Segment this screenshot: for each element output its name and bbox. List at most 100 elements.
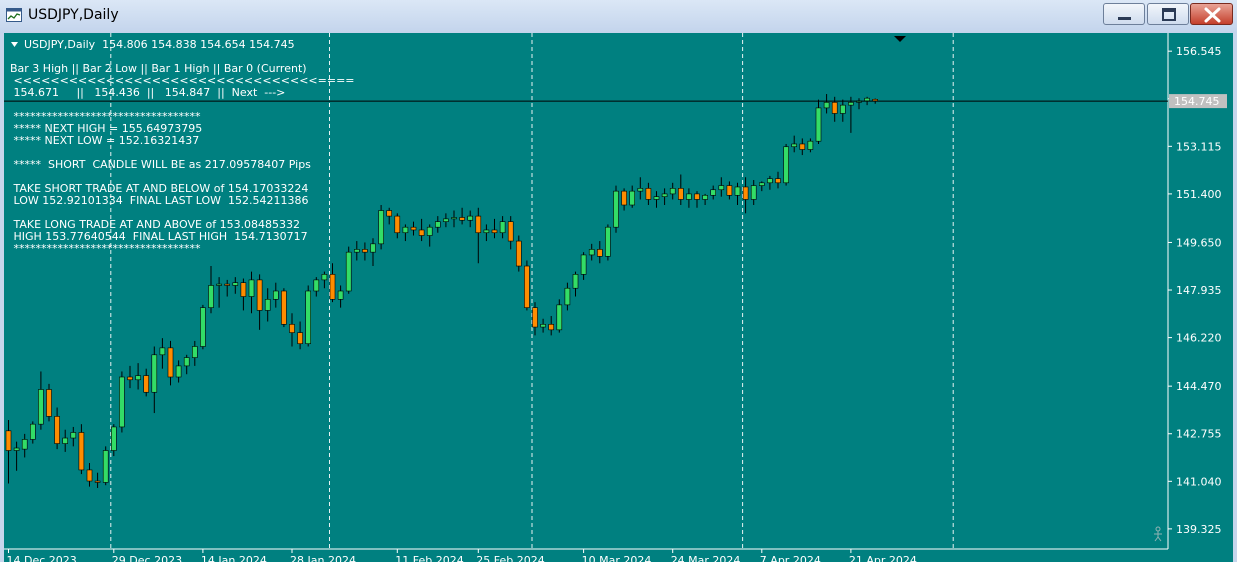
candle-body [758,182,765,186]
candle-body [305,290,312,345]
candle-body [5,430,12,451]
candle-body [46,389,52,417]
candle-body [742,186,749,200]
candle-body [491,229,498,234]
candle-body [394,215,401,234]
candle-body [572,274,579,289]
candle-body [588,249,595,256]
candle-body [807,140,814,150]
candle-body [848,102,854,106]
chart-dropdown-icon[interactable] [11,41,19,49]
candle-body [297,332,303,345]
comment-line: ***** NEXT LOW = 152.16321437 [10,134,200,147]
time-tick-label: 14 Dec 2023 [7,554,77,562]
candle [119,371,125,433]
candle-body [183,357,190,367]
current-price-label: 154.745 [1174,95,1220,108]
time-tick-label: 10 Mar 2024 [582,554,652,562]
candle-body [459,217,465,221]
maximize-icon [1162,8,1176,21]
maximize-button[interactable] [1147,3,1189,25]
time-tick-label: 21 Apr 2024 [849,554,917,562]
candle-body [645,188,652,200]
minimize-button[interactable] [1103,3,1145,25]
candle-body [192,346,198,358]
candle-body [329,274,336,300]
candle-body [119,376,125,428]
candle [605,224,611,261]
candle-body [240,282,247,297]
price-tick-label: 149.650 [1176,236,1222,249]
price-tick-label: 141.040 [1176,475,1222,488]
candle-body [556,304,563,331]
candle-body [694,193,700,200]
time-tick-label: 14 Jan 2024 [201,554,267,562]
comment-line: ********************************** [10,242,201,255]
candle-body [127,376,133,381]
candle-body [605,226,611,257]
candle-body [467,215,474,221]
candle-body [410,226,417,231]
price-tick-label: 146.220 [1176,332,1222,345]
candle-body [451,217,457,220]
candle-body [62,437,69,444]
minimize-icon [1118,17,1131,20]
chart-header: USDJPY,Daily 154.806 154.838 154.654 154… [24,38,295,51]
candle-body [661,193,668,197]
close-button[interactable] [1190,3,1233,25]
candle-body [613,190,619,228]
window-title: USDJPY,Daily [28,7,119,23]
candle-body [362,249,368,253]
candle-body [370,243,376,253]
candle-body [111,426,117,451]
price-tick-label: 139.325 [1176,523,1222,536]
candle-body [791,143,798,148]
candle [102,446,109,486]
candle-body [815,107,822,142]
comment-line: 154.671 || 154.436 || 154.847 || Next --… [10,86,286,99]
candle-body [208,285,214,308]
candle-body [248,279,255,297]
candle-body [637,188,644,192]
candle-body [540,323,546,328]
candle-body [313,279,320,292]
candle [305,285,312,347]
price-tick-label: 144.470 [1176,380,1222,393]
chart-window-icon [6,8,22,22]
candle-body [78,432,85,471]
candle-body [629,190,636,206]
candle [515,235,522,272]
candle-body [831,102,838,114]
candle-body [596,249,603,257]
candle-body [767,178,773,184]
candle-body [483,229,490,234]
candle-body [38,389,44,425]
candle-body [337,290,344,300]
candle-body [281,290,287,325]
candle-body [677,188,684,200]
time-tick-label: 24 Mar 2024 [671,554,741,562]
candle-body [499,221,506,234]
chart-area[interactable]: 156.545154.830153.115151.400149.650147.9… [4,33,1233,562]
candle-body [272,290,279,300]
candle [345,246,352,294]
time-tick-label: 7 Apr 2024 [760,554,821,562]
price-tick-label: 151.400 [1176,188,1222,201]
candle-body [151,354,158,393]
candle-body [580,254,587,275]
candle-body [216,283,222,286]
candle-body [135,375,141,381]
candle-body [443,218,449,222]
time-tick-label: 11 Feb 2024 [395,554,463,562]
candle-body [289,323,295,333]
candle-body [321,274,328,281]
price-tick-label: 147.935 [1176,284,1222,297]
candle-body [13,447,20,451]
candle [46,383,52,422]
candle-body [621,190,627,206]
candle-body [426,226,433,236]
candle-body [175,365,182,378]
candle-body [402,226,409,234]
candle-body [799,143,806,150]
time-tick-label: 25 Feb 2024 [476,554,544,562]
